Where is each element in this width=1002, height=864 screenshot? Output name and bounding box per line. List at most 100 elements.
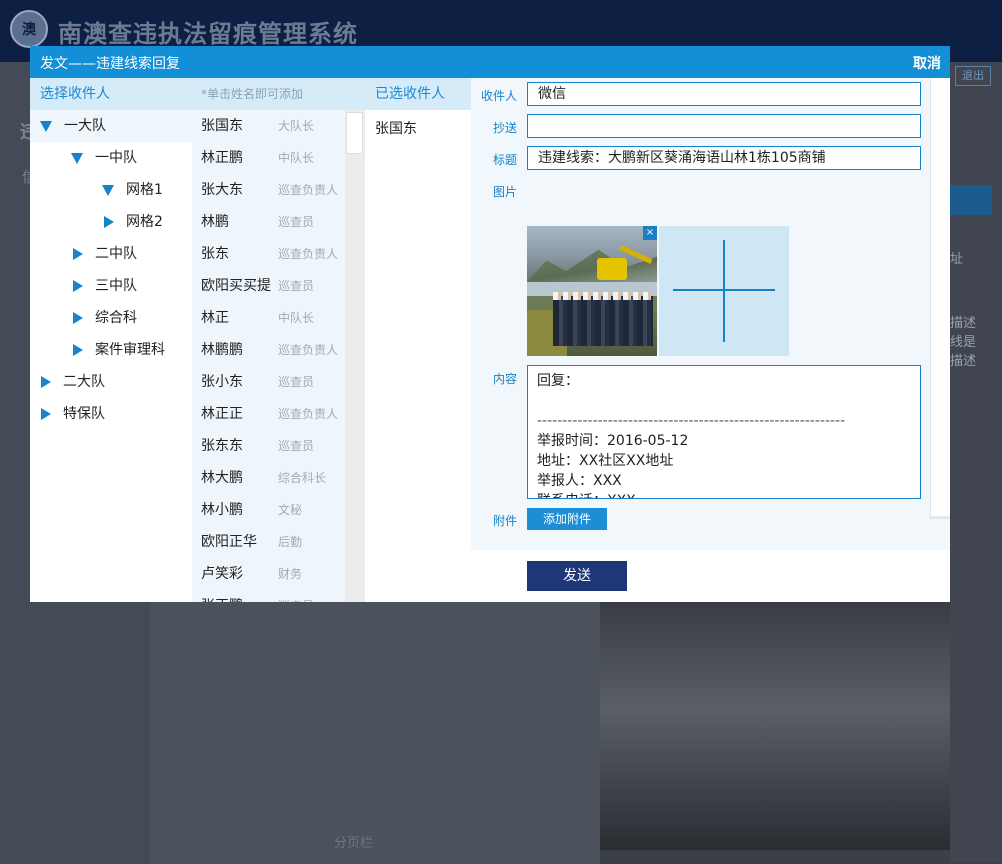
bg-text: 线是 [950,335,977,350]
add-attachment-button[interactable]: 添加附件 [527,508,607,530]
tree-node-dadui-2[interactable]: 二大队 [41,366,105,398]
person-role: 巡查员 [278,215,315,229]
recipients-header: 选择收件人 [30,78,192,110]
person-name: 林正正 [201,406,243,422]
tree-node-label: 特保队 [63,406,105,422]
person-role: 巡查负责人 [278,247,339,261]
person-item[interactable]: 卢笑彩 财务 [192,558,345,590]
person-item[interactable]: 林正 中队长 [192,302,345,334]
tree-node-label: 一大队 [64,118,106,134]
caret-down-icon[interactable] [102,184,114,196]
selected-header: 已选收件人 [365,78,471,110]
photo-crowd [553,296,653,346]
person-name: 张大东 [201,182,243,198]
content-line: 联系电话：XXX [537,491,911,498]
caret-right-icon[interactable] [104,216,114,228]
tree-node-zhongdui-1[interactable]: 一中队 [71,142,137,174]
content-textarea[interactable]: 回复： ------------------------------------… [527,365,921,499]
person-name: 林正鹏 [201,150,243,166]
caret-right-icon[interactable] [41,376,51,388]
person-item[interactable]: 林正鹏 中队长 [192,142,345,174]
person-role: 巡查员 [278,279,315,293]
people-scrollbar-thumb[interactable] [346,112,363,154]
cc-field[interactable] [527,114,921,138]
attached-photo[interactable] [527,226,657,356]
remove-photo-icon[interactable]: × [643,226,657,240]
subject-field[interactable]: 违建线索：大鹏新区葵涌海语山林1栋105商铺 [527,146,921,170]
person-name: 张国东 [201,118,243,134]
tree-node-case-review[interactable]: 案件审理科 [73,334,165,366]
tree-node-label: 二大队 [63,374,105,390]
tree-node-grid-1[interactable]: 网格1 [102,174,163,206]
people-scrollbar[interactable] [345,110,365,602]
tree-node-label: 三中队 [95,278,137,294]
caret-right-icon[interactable] [73,312,83,324]
caret-right-icon[interactable] [73,344,83,356]
send-button[interactable]: 发送 [527,561,627,591]
app-logo: 澳 [10,10,48,48]
person-item[interactable]: 张大东 巡查负责人 [192,174,345,206]
tree-node-dadui-1[interactable]: 一大队 [30,110,192,142]
app-title: 南澳查违执法留痕管理系统 [58,20,358,48]
person-item[interactable]: 张东东 巡查员 [192,430,345,462]
caret-down-icon[interactable] [71,152,83,164]
person-role: 后勤 [278,535,303,549]
person-item[interactable]: 林小鹏 文秘 [192,494,345,526]
person-name: 张小东 [201,374,243,390]
bg-content-area [150,600,600,864]
person-item[interactable]: 林正正 巡查负责人 [192,398,345,430]
tree-node-zhongdui-2[interactable]: 二中队 [73,238,137,270]
people-list: 张国东 大队长 林正鹏 中队长 张大东 巡查负责人 林鹏 巡查员 张东 巡查负责人 欧阳买… [192,110,345,602]
person-item[interactable]: 张东 巡查负责人 [192,238,345,270]
tree-node-general-section[interactable]: 综合科 [73,302,137,334]
person-role: 中队长 [278,151,315,165]
content-line: 举报人：XXX [537,473,622,489]
person-item[interactable]: 林鹏 巡查员 [192,206,345,238]
plus-icon-v [723,240,725,342]
tree-node-label: 综合科 [95,310,137,326]
photo-excavator [597,258,627,280]
person-role: 巡查负责人 [278,343,339,357]
bg-text: 址 [950,252,964,267]
bg-text: 描述 [950,316,977,331]
person-role: 巡查员 [278,375,315,389]
form-scrollbar-end [930,516,950,519]
form-scrollbar[interactable] [930,78,950,518]
exit-button[interactable]: 退出 [955,66,991,86]
caret-right-icon[interactable] [73,280,83,292]
caret-right-icon[interactable] [73,248,83,260]
tree-node-grid-2[interactable]: 网格2 [104,206,163,238]
image-label: 图片 [493,185,518,199]
person-name: 张东东 [201,438,243,454]
person-item[interactable]: 林鹏鹏 巡查负责人 [192,334,345,366]
org-tree: 一大队 一中队 网格1 网格2 二中队 三中队 综合科 案件审理科 二大队 特保… [30,110,192,602]
person-item[interactable]: 张小东 巡查员 [192,366,345,398]
person-item[interactable]: 林大鹏 综合科长 [192,462,345,494]
content-line: 举报时间：2016-05-12 [537,433,689,449]
bg-right-panel [950,62,1002,862]
selected-recipients: 张国东 [365,110,471,602]
to-field[interactable]: 微信 [527,82,921,106]
person-item[interactable]: 张正鹏巡查员 [192,590,345,602]
photo-helmets [553,292,653,300]
tree-node-zhongdui-3[interactable]: 三中队 [73,270,137,302]
tree-node-special-team[interactable]: 特保队 [41,398,105,430]
selected-recipient[interactable]: 张国东 [375,118,417,138]
add-image-button[interactable] [659,226,789,356]
person-item[interactable]: 欧阳正华 后勤 [192,526,345,558]
compose-dialog: 发文——违建线索回复 取消 选择收件人 *单击姓名即可添加 已选收件人 一大队 … [30,46,950,602]
person-name: 张正鹏 [201,590,273,602]
person-role: 巡查负责人 [278,407,339,421]
caret-down-icon[interactable] [40,120,52,132]
person-name: 林鹏 [201,214,229,230]
person-name: 林鹏鹏 [201,342,243,358]
dialog-header: 发文——违建线索回复 取消 [30,46,950,78]
person-role: 综合科长 [278,471,327,485]
person-item[interactable]: 欧阳买买提 巡查员 [192,270,345,302]
tree-node-label: 网格1 [126,182,163,198]
photo-mountain [527,249,657,282]
caret-right-icon[interactable] [41,408,51,420]
tree-node-label: 一中队 [95,150,137,166]
cancel-button[interactable]: 取消 [913,53,941,73]
person-item[interactable]: 张国东 大队长 [192,110,345,142]
